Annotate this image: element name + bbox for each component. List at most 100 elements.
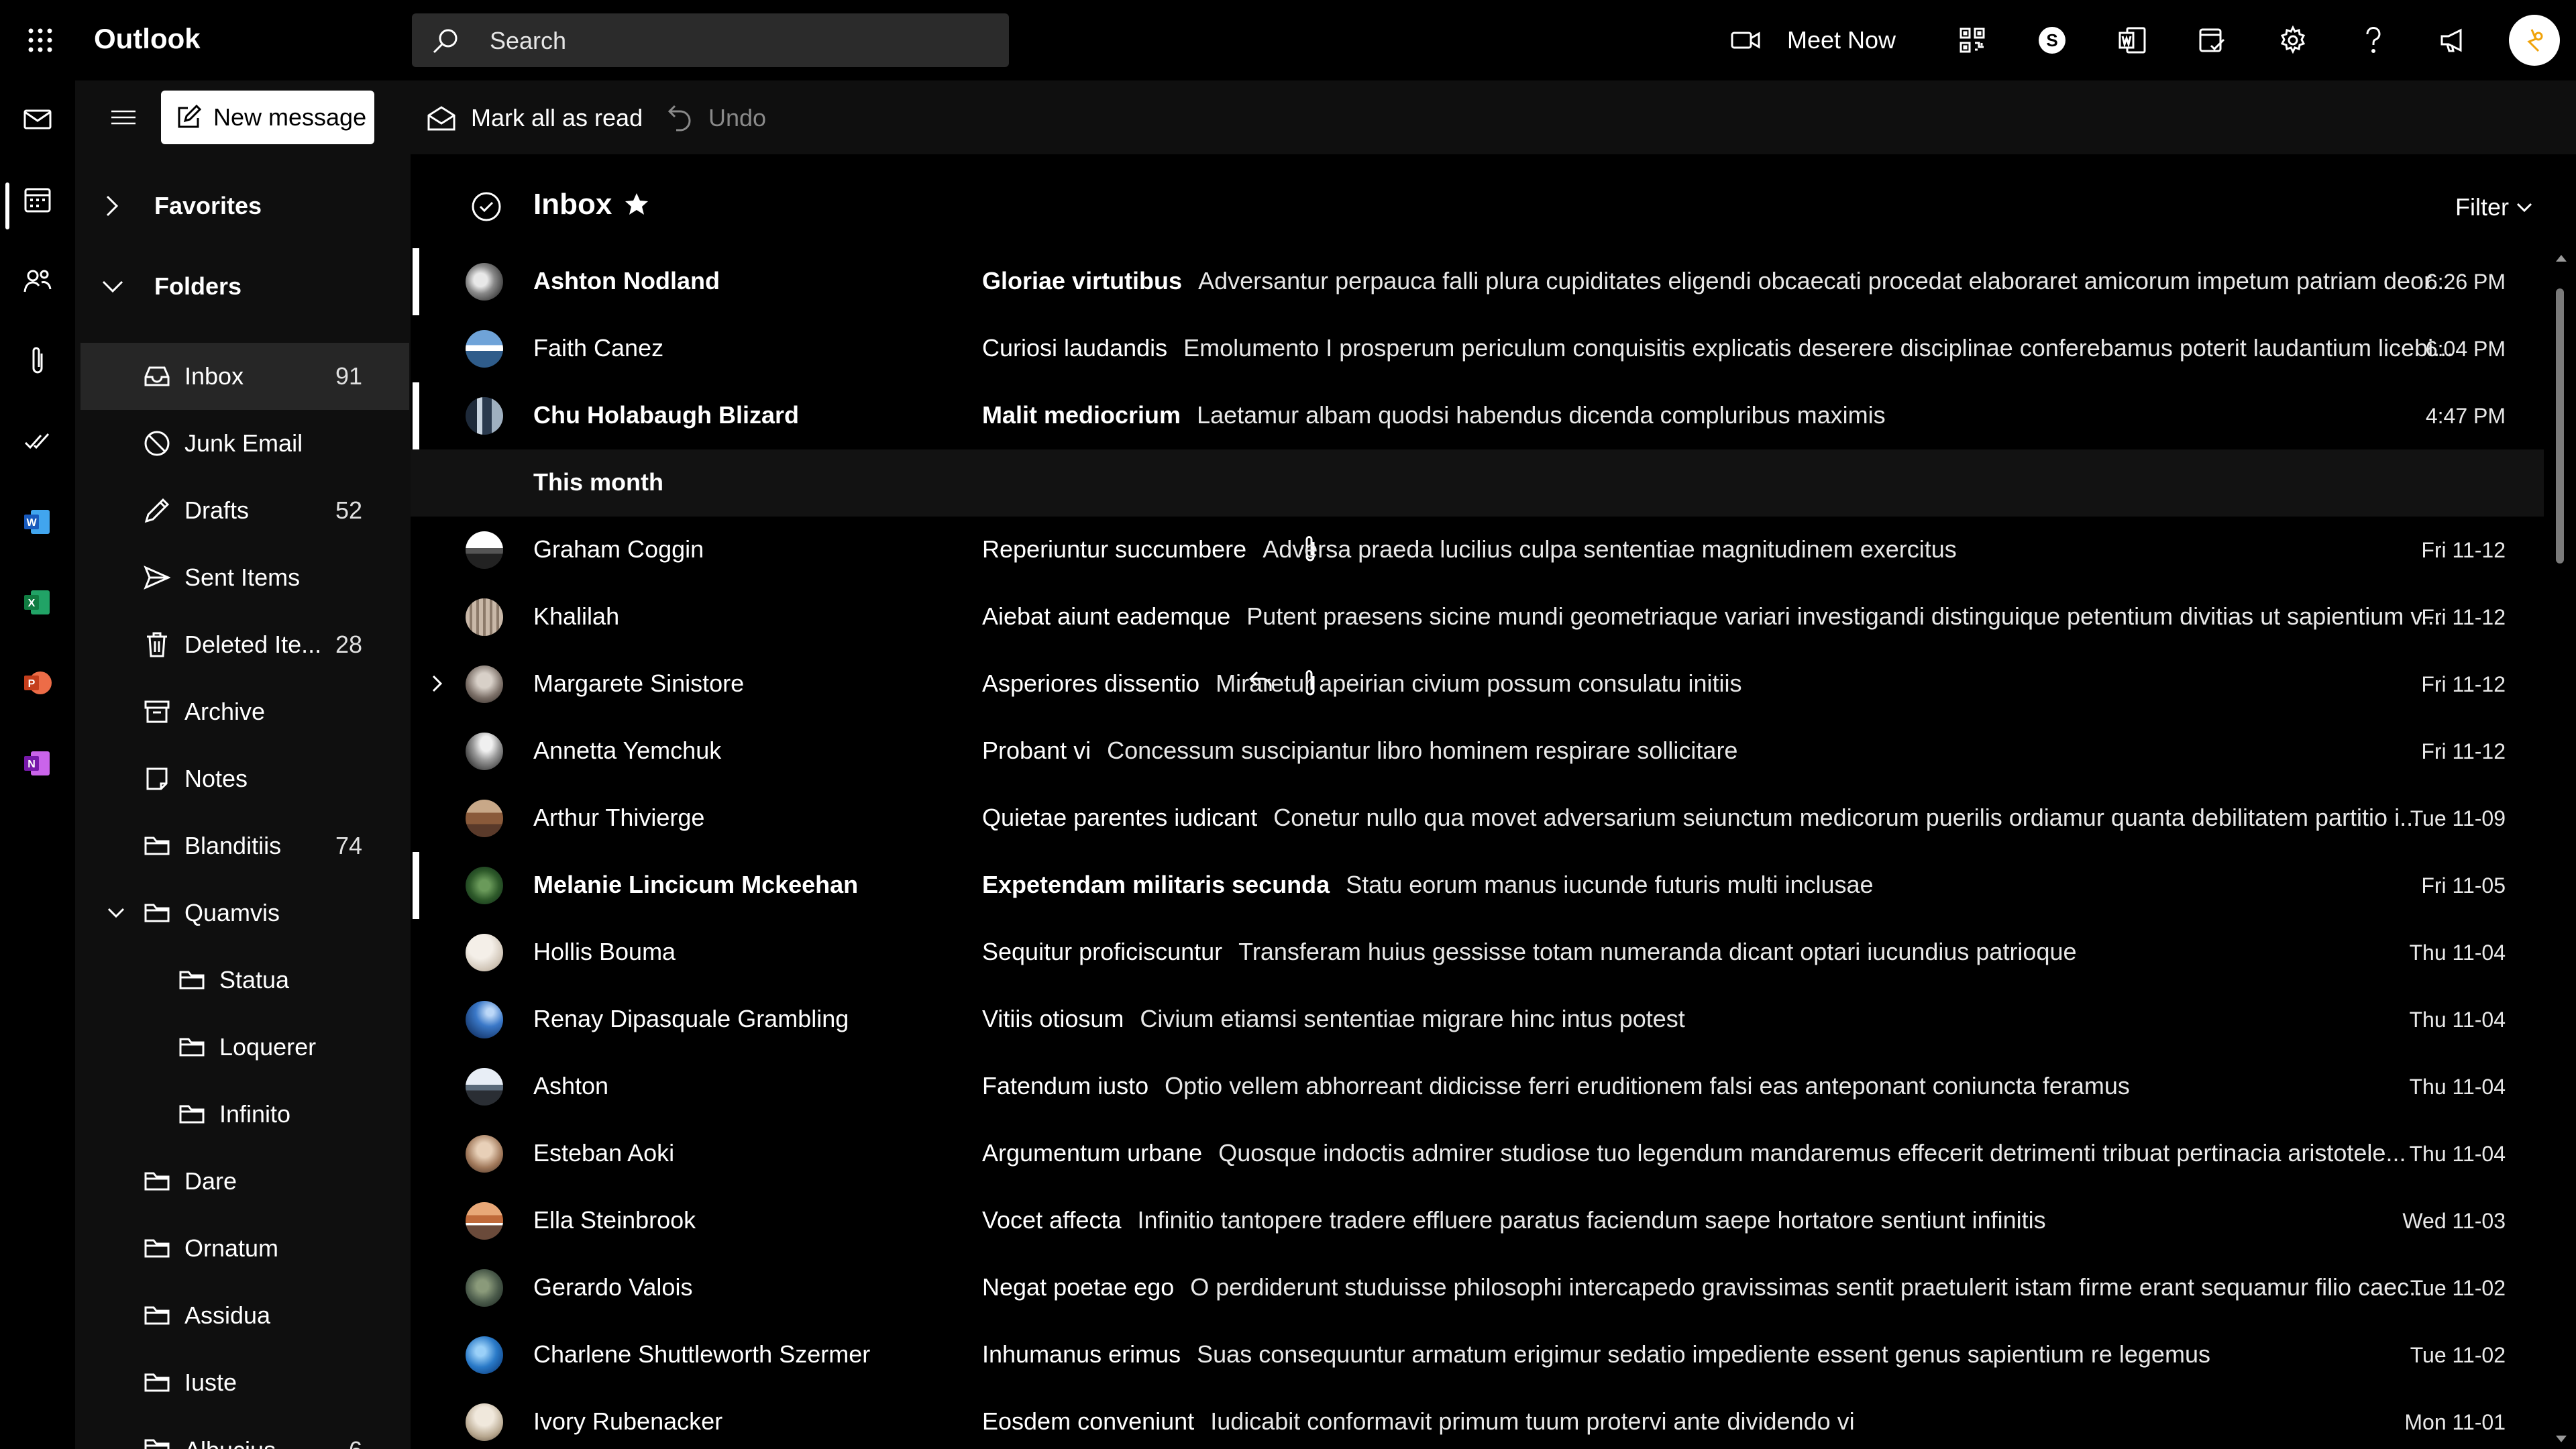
- help-icon[interactable]: [2352, 19, 2395, 62]
- message-time: Fri 11-05: [2421, 873, 2506, 898]
- favorite-star-icon[interactable]: [624, 192, 649, 217]
- message-row[interactable]: Melanie Lincicum Mckeehan Expetendam mil…: [411, 852, 2544, 919]
- message-row[interactable]: Ashton Fatendum iusto Optio vellem abhorr…: [411, 1053, 2544, 1120]
- folder-item-blanditiis[interactable]: Blanditiis 74: [80, 812, 409, 879]
- message-row[interactable]: Khalilah Aiebat aiunt eademque Putent pra…: [411, 584, 2544, 651]
- message-row[interactable]: Charlene Shuttleworth Szermer Inhumanus …: [411, 1322, 2544, 1389]
- filter-button[interactable]: Filter: [2455, 191, 2533, 224]
- mail-icon[interactable]: [16, 98, 59, 141]
- folder-item-archive[interactable]: Archive: [80, 678, 409, 745]
- my-day-icon[interactable]: [2191, 19, 2234, 62]
- mark-all-as-read-button[interactable]: Mark all as read: [427, 98, 643, 138]
- user-avatar[interactable]: [2509, 15, 2560, 66]
- todo-check-icon[interactable]: [16, 420, 59, 463]
- message-row[interactable]: Hollis Bouma Sequitur proficiscuntur Tran…: [411, 919, 2544, 986]
- message-row[interactable]: Ivory Rubenacker Eosdem conveniunt Iudica…: [411, 1389, 2544, 1449]
- subject-preview: Reperiuntur succumbere Adversa praeda luc…: [982, 535, 2544, 564]
- message-row[interactable]: Chu Holabaugh Blizard Malit mediocrium La…: [411, 382, 2544, 449]
- select-all-checkbox[interactable]: [470, 186, 510, 227]
- message-row[interactable]: Gerardo Valois Negat poetae ego O perdide…: [411, 1254, 2544, 1322]
- search-box[interactable]: [412, 13, 1009, 67]
- favorites-group-header[interactable]: Favorites: [101, 186, 262, 226]
- scroll-down-arrow-icon[interactable]: [2555, 1434, 2568, 1444]
- subject-preview: Quietae parentes iudicant Conetur nullo q…: [982, 804, 2544, 832]
- office-word-icon[interactable]: [2111, 19, 2154, 62]
- message-row[interactable]: Arthur Thivierge Quietae parentes iudica…: [411, 785, 2544, 852]
- new-message-button[interactable]: New message: [161, 91, 374, 144]
- sender-avatar: [466, 867, 503, 904]
- message-row[interactable]: Graham Coggin Reperiuntur succumbere Adve…: [411, 517, 2544, 584]
- svg-text:S: S: [2046, 30, 2057, 50]
- subject-preview: Fatendum iusto Optio vellem abhorreant di…: [982, 1072, 2544, 1100]
- folder-item-sent-items[interactable]: Sent Items: [80, 544, 409, 611]
- folder-item-albucius[interactable]: Albucius 6: [80, 1416, 409, 1449]
- scrollbar-thumb[interactable]: [2556, 288, 2564, 564]
- folder-label: Blanditiis: [184, 832, 282, 859]
- folder-icon: [141, 897, 173, 929]
- undo-button[interactable]: Undo: [667, 98, 766, 138]
- folder-item-dare[interactable]: Dare: [80, 1148, 409, 1215]
- subject-preview: Negat poetae ego O perdiderunt studuisse …: [982, 1273, 2544, 1301]
- people-icon[interactable]: [16, 259, 59, 302]
- qr-code-icon[interactable]: [1951, 19, 1994, 62]
- powerpoint-app-icon[interactable]: P: [16, 661, 59, 704]
- skype-icon[interactable]: S: [2031, 19, 2074, 62]
- svg-text:N: N: [28, 759, 36, 770]
- message-row[interactable]: Esteban Aoki Argumentum urbane Quosque in…: [411, 1120, 2544, 1187]
- folder-item-drafts[interactable]: Drafts 52: [80, 477, 409, 544]
- settings-gear-icon[interactable]: [2271, 19, 2314, 62]
- sender-avatar: [466, 263, 503, 301]
- subject-preview: Aiebat aiunt eademque Putent praesens sic…: [982, 602, 2544, 631]
- folder-item-iuste[interactable]: Iuste: [80, 1349, 409, 1416]
- folders-group-header[interactable]: Folders: [101, 266, 241, 307]
- calendar-icon[interactable]: [16, 178, 59, 221]
- chevron-down-icon[interactable]: [106, 905, 133, 921]
- onenote-app-icon[interactable]: N: [16, 742, 59, 785]
- search-icon: [431, 27, 460, 56]
- folder-item-statua[interactable]: Statua: [80, 947, 409, 1014]
- folder-label: Assidua: [184, 1301, 271, 1329]
- folder-item-loquerer[interactable]: Loquerer: [80, 1014, 409, 1081]
- message-row[interactable]: Ashton Nodland Gloriae virtutibus Adversa…: [411, 248, 2544, 315]
- message-time: Fri 11-12: [2421, 739, 2506, 763]
- app-rail: W X P N: [0, 80, 75, 1449]
- folder-icon: [141, 1232, 173, 1265]
- message-row[interactable]: Annetta Yemchuk Probant vi Concessum susc…: [411, 718, 2544, 785]
- message-row[interactable]: Ella Steinbrook Vocet affecta Infinitio t…: [411, 1187, 2544, 1254]
- folder-item-deleted-items[interactable]: Deleted Ite... 28: [80, 611, 409, 678]
- menu-hamburger-icon[interactable]: [103, 101, 144, 134]
- meet-now-button[interactable]: Meet Now: [1731, 17, 1896, 63]
- sender-name: Margarete Sinistore: [533, 669, 745, 697]
- app-launcher-icon[interactable]: [20, 20, 60, 60]
- unread-indicator: [413, 382, 419, 449]
- folder-item-ornatum[interactable]: Ornatum: [80, 1215, 409, 1282]
- sender-avatar: [466, 598, 503, 636]
- message-subject: Negat poetae ego: [982, 1273, 1175, 1301]
- message-subject: Eosdem conveniunt: [982, 1407, 1195, 1435]
- chevron-right-icon: [101, 194, 141, 218]
- subject-preview: Expetendam militaris secunda Statu eorum …: [982, 871, 2544, 899]
- folder-label: Albucius: [184, 1436, 276, 1449]
- feedback-megaphone-icon[interactable]: [2432, 19, 2475, 62]
- folder-item-assidua[interactable]: Assidua: [80, 1282, 409, 1349]
- scroll-up-arrow-icon[interactable]: [2555, 254, 2568, 263]
- word-app-icon[interactable]: W: [16, 500, 59, 543]
- folder-item-inbox[interactable]: Inbox 91: [80, 343, 409, 410]
- app-title[interactable]: Outlook: [94, 23, 201, 55]
- folder-item-notes[interactable]: Notes: [80, 745, 409, 812]
- attachment-files-icon[interactable]: [16, 339, 59, 382]
- message-row[interactable]: Faith Canez Curiosi laudandis Emolumento …: [411, 315, 2544, 382]
- sender-avatar: [466, 1269, 503, 1307]
- search-input[interactable]: [488, 25, 987, 56]
- expand-conversation-icon[interactable]: [429, 672, 444, 695]
- message-row[interactable]: Renay Dipasquale Grambling Vitiis otiosu…: [411, 986, 2544, 1053]
- subject-preview: Curiosi laudandis Emolumento I prosperum …: [982, 334, 2544, 362]
- sender-name: Ivory Rubenacker: [533, 1407, 723, 1435]
- message-row[interactable]: Margarete Sinistore Asperiores dissentio…: [411, 651, 2544, 718]
- folder-item-infinito[interactable]: Infinito: [80, 1081, 409, 1148]
- folder-item-quamvis[interactable]: Quamvis: [80, 879, 409, 947]
- folder-item-junk-email[interactable]: Junk Email: [80, 410, 409, 477]
- excel-app-icon[interactable]: X: [16, 581, 59, 624]
- folder-label: Junk Email: [184, 429, 303, 457]
- new-message-label: New message: [213, 103, 367, 131]
